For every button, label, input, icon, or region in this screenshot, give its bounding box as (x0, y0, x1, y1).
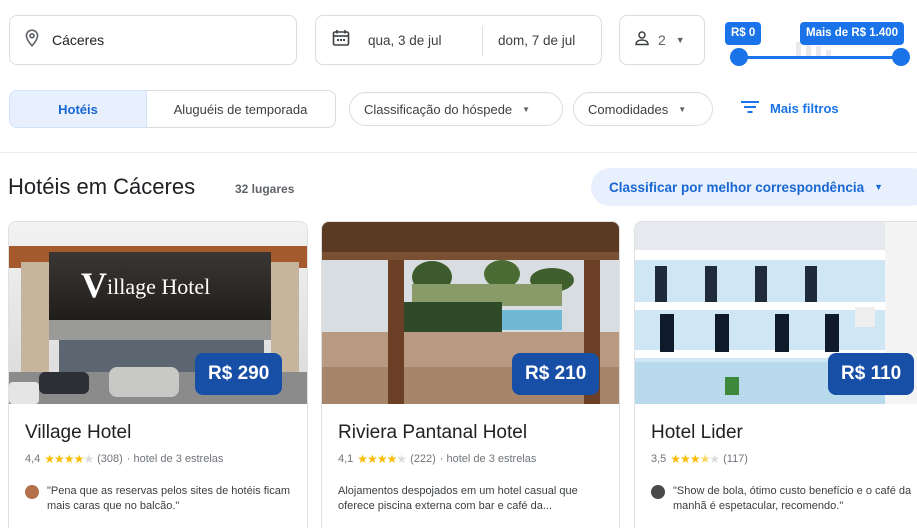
rating-value: 4,4 (25, 453, 41, 465)
date-range-field[interactable]: qua, 3 de jul dom, 7 de jul (315, 15, 602, 65)
calendar-icon (332, 29, 350, 52)
section-divider (0, 152, 917, 153)
hotel-card[interactable]: R$ 110 Hotel Lider 3,5 ★★★★★ (117) "Show… (634, 221, 917, 528)
snippet-text: "Pena que as reservas pelos sites de hot… (47, 485, 290, 512)
star-rating-icon: ★★★★★ (357, 452, 407, 466)
hotel-category: · hotel de 3 estrelas (439, 453, 537, 465)
hotel-name[interactable]: Village Hotel (25, 422, 131, 444)
more-filters-label: Mais filtros (770, 101, 839, 116)
star-rating-icon: ★★★★★ (44, 452, 94, 466)
price-min-label: R$ 0 (725, 22, 762, 45)
checkin-date[interactable]: qua, 3 de jul (368, 33, 442, 48)
page-title: Hotéis em Cáceres (8, 174, 196, 199)
location-value: Cáceres (52, 32, 105, 48)
price-tag: R$ 290 (195, 353, 283, 395)
filter-icon (740, 100, 760, 117)
tab-hotels[interactable]: Hotéis (9, 90, 147, 128)
location-pin-icon (24, 28, 40, 52)
review-snippet: "Pena que as reservas pelos sites de hot… (25, 484, 295, 514)
reviewer-avatar (25, 485, 39, 499)
hotel-sign-text: illage Hotel (107, 274, 210, 299)
chevron-down-icon: ▼ (678, 104, 687, 114)
price-max-handle[interactable] (892, 48, 910, 66)
guests-count: 2 (658, 32, 666, 48)
review-snippet: Alojamentos despojados em um hotel casua… (338, 484, 608, 514)
guests-selector[interactable]: 2 ▼ (619, 15, 705, 65)
price-tag: R$ 110 (828, 353, 915, 395)
reviewer-avatar (651, 485, 665, 499)
rating-value: 4,1 (338, 453, 354, 465)
review-count: (222) (410, 453, 436, 465)
review-snippet: "Show de bola, ótimo custo benefício e o… (651, 484, 917, 514)
tab-vacation-rentals[interactable]: Aluguéis de temporada (146, 90, 336, 128)
sort-button[interactable]: Classificar por melhor correspondência ▼ (591, 168, 917, 206)
date-divider (482, 26, 483, 56)
sort-label: Classificar por melhor correspondência (609, 179, 865, 195)
snippet-text: "Show de bola, ótimo custo benefício e o… (673, 485, 912, 512)
hotel-card[interactable]: R$ 210 Riviera Pantanal Hotel 4,1 ★★★★★ … (321, 221, 620, 528)
hotel-meta: 4,4 ★★★★★ (308) · hotel de 3 estrelas (25, 452, 223, 466)
checkout-date[interactable]: dom, 7 de jul (498, 33, 575, 48)
person-icon (634, 30, 650, 51)
hotel-name[interactable]: Hotel Lider (651, 422, 743, 444)
hotel-card[interactable]: V illage Hotel R$ 290 Village Hotel 4,4 … (8, 221, 308, 528)
snippet-text: Alojamentos despojados em um hotel casua… (338, 485, 578, 512)
chevron-down-icon: ▼ (522, 104, 531, 114)
result-count: 32 lugares (235, 182, 295, 196)
location-field[interactable]: Cáceres (9, 15, 297, 65)
chevron-down-icon: ▼ (874, 182, 884, 192)
guest-rating-filter[interactable]: Classificação do hóspede ▼ (349, 92, 563, 126)
price-range-filter[interactable]: R$ 0 Mais de R$ 1.400 (720, 10, 914, 70)
guest-rating-label: Classificação do hóspede (364, 101, 513, 117)
price-slider-track[interactable] (738, 56, 900, 59)
rating-value: 3,5 (651, 453, 667, 465)
hotel-sign-initial: V (81, 265, 107, 305)
review-count: (117) (723, 453, 748, 465)
price-tag: R$ 210 (512, 353, 600, 395)
hotel-meta: 3,5 ★★★★★ (117) (651, 452, 748, 466)
chevron-down-icon: ▼ (675, 35, 685, 45)
price-min-handle[interactable] (730, 48, 748, 66)
amenities-label: Comodidades (588, 101, 669, 117)
more-filters-button[interactable]: Mais filtros (740, 100, 839, 117)
hotel-meta: 4,1 ★★★★★ (222) · hotel de 3 estrelas (338, 452, 536, 466)
price-max-label: Mais de R$ 1.400 (800, 22, 905, 45)
histogram-bar (796, 42, 801, 56)
histogram-bar (816, 46, 821, 56)
hotel-category: · hotel de 3 estrelas (126, 453, 224, 465)
amenities-filter[interactable]: Comodidades ▼ (573, 92, 713, 126)
hotel-name[interactable]: Riviera Pantanal Hotel (338, 422, 527, 444)
review-count: (308) (97, 453, 123, 465)
star-rating-icon: ★★★★★ (670, 452, 720, 466)
